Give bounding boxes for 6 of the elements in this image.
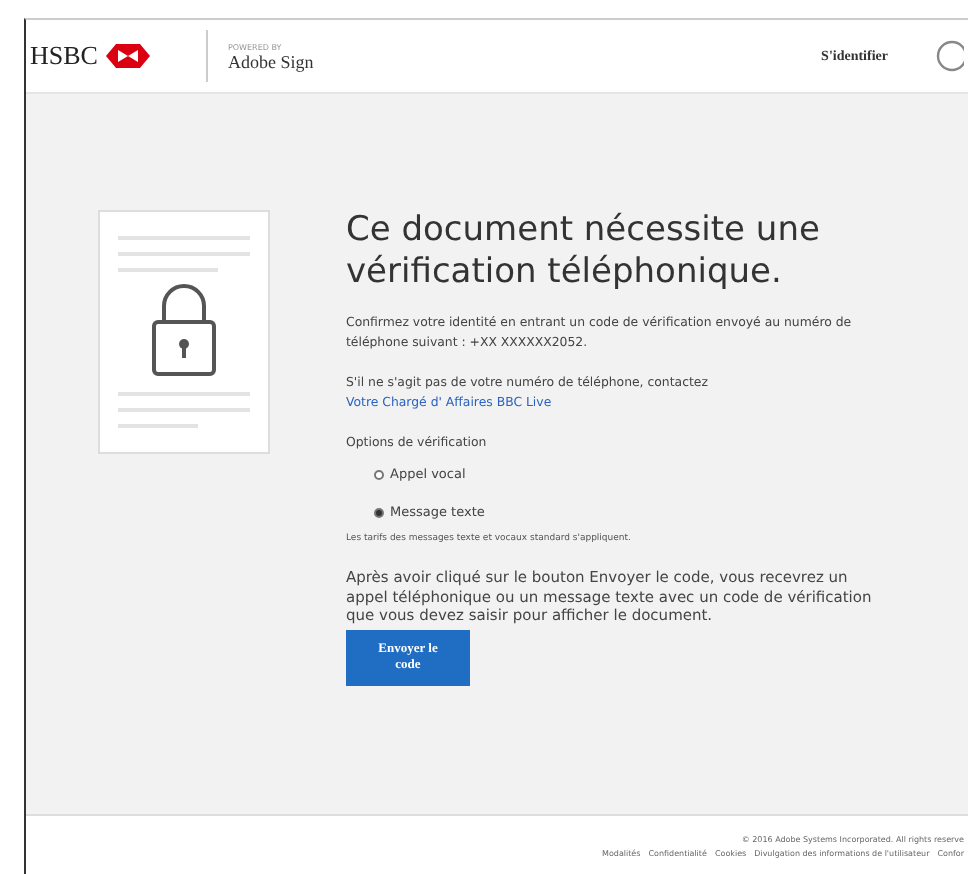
hexagon-logo-icon bbox=[105, 44, 150, 68]
radio-button[interactable] bbox=[374, 469, 384, 479]
bank-logo: HSBC bbox=[30, 40, 98, 72]
radio-button[interactable] bbox=[374, 507, 384, 517]
product-name: Adobe Sign bbox=[228, 51, 314, 71]
page-title: Ce document nécessite une vérification téléphonique. bbox=[346, 210, 822, 294]
